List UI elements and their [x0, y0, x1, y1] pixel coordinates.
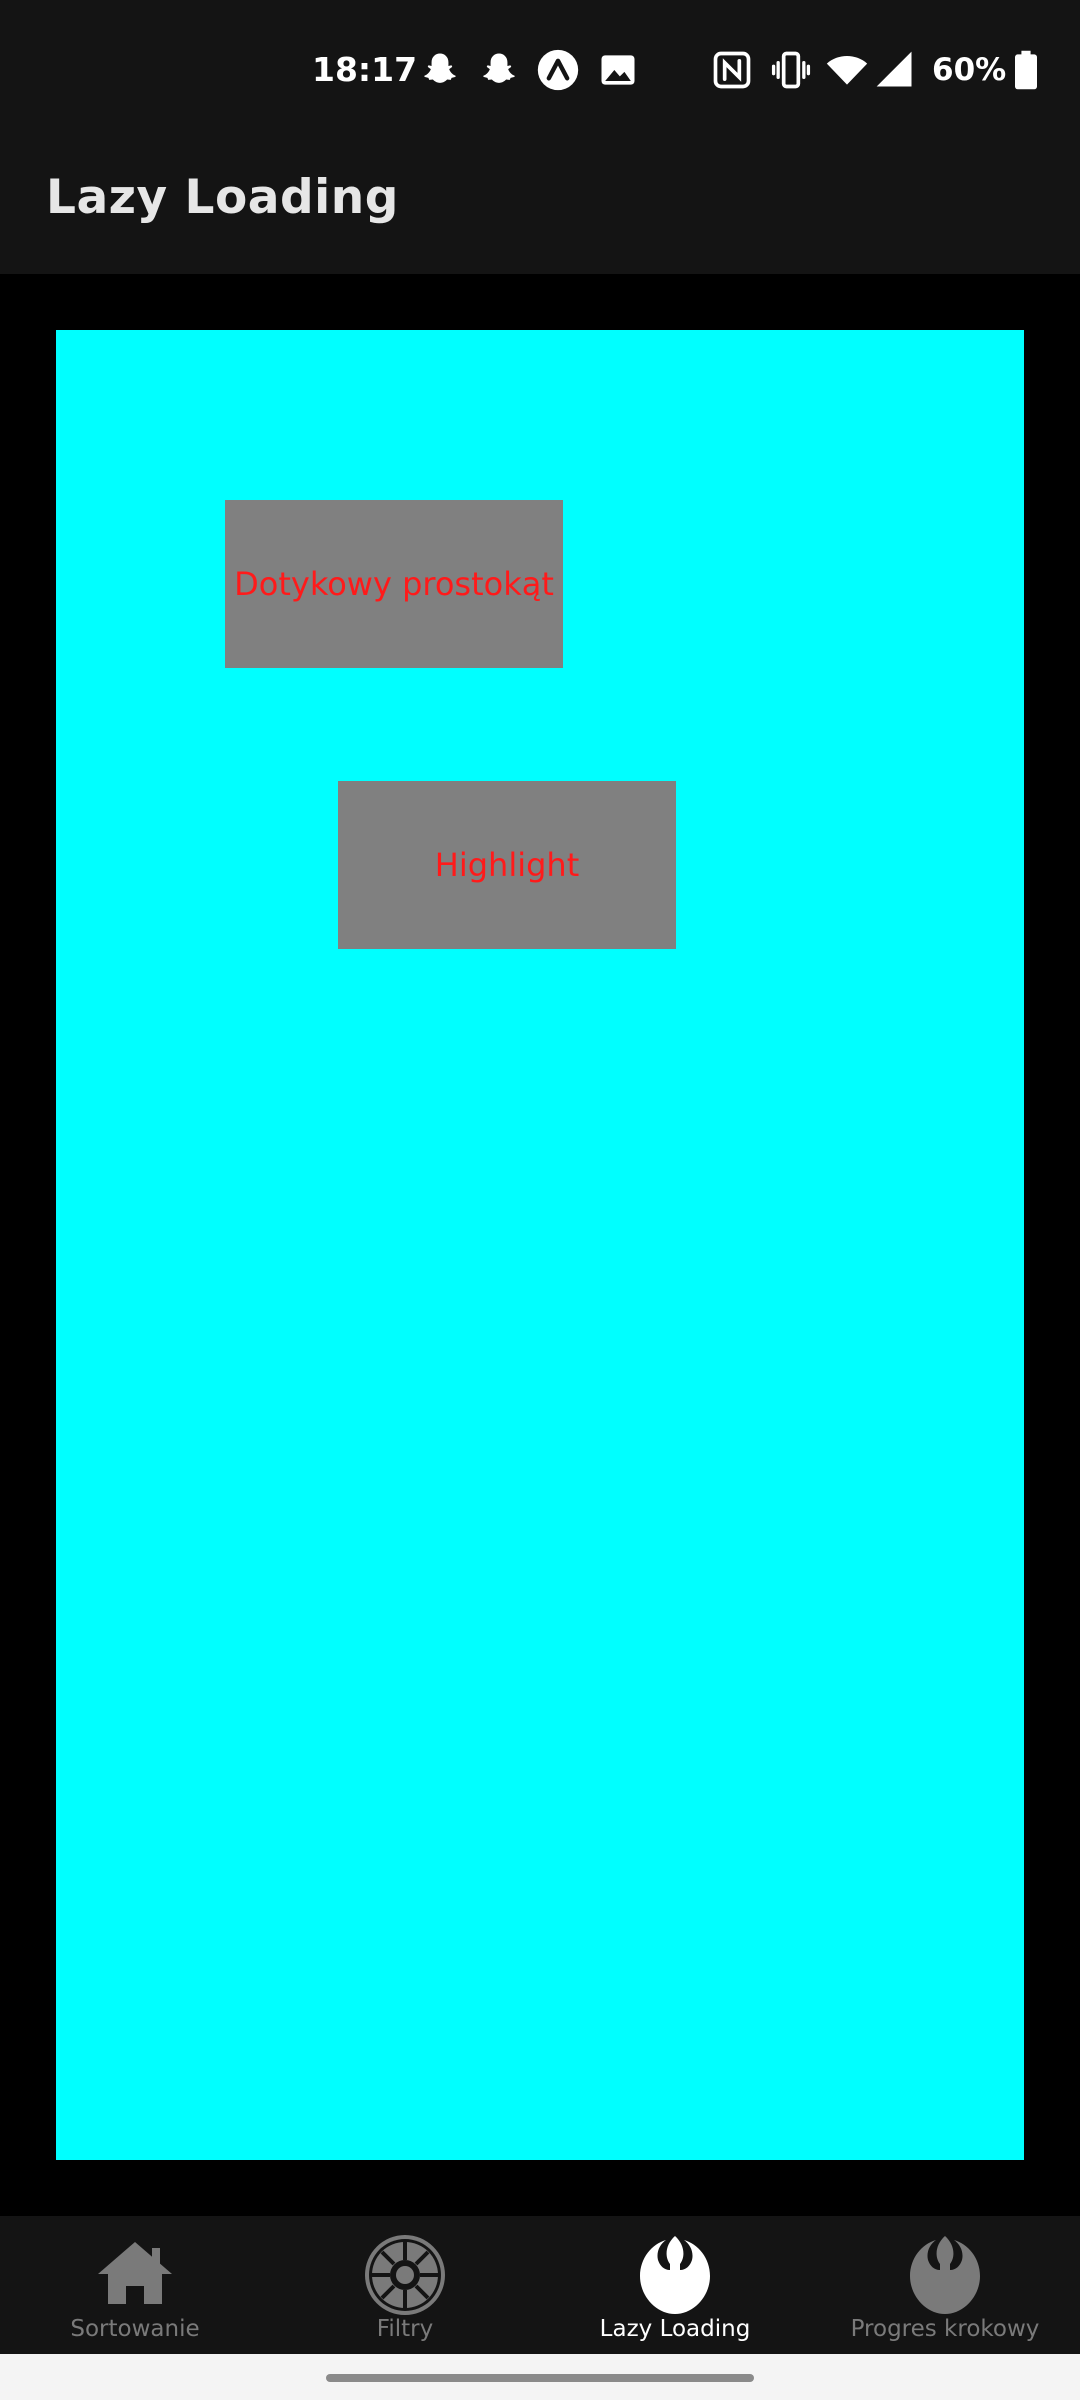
tab-sortowanie[interactable]: Sortowanie [0, 2216, 270, 2354]
highlight-rectangle[interactable]: Highlight [338, 781, 676, 949]
highlight-rectangle-label: Highlight [434, 846, 580, 884]
tab-lazy-loading-label: Lazy Loading [599, 2316, 751, 2342]
nfc-icon [713, 51, 751, 89]
touchable-rectangle[interactable]: Dotykowy prostokąt [225, 500, 563, 668]
battery-icon [1015, 50, 1037, 90]
tab-filtry-label: Filtry [376, 2316, 434, 2342]
status-time: 18:17 [312, 50, 418, 89]
tab-lazy-loading[interactable]: Lazy Loading [540, 2216, 810, 2354]
galactic-empire-icon [365, 2235, 445, 2315]
rebel-alliance-icon [640, 2236, 710, 2314]
status-bar: 18:17 60% [0, 0, 1080, 140]
signal-icon [876, 51, 912, 87]
tab-progres-krokowy-label: Progres krokowy [850, 2316, 1040, 2342]
touchable-rectangle-label: Dotykowy prostokąt [234, 565, 554, 603]
snapchat-icon [483, 53, 515, 83]
cyan-panel: Dotykowy prostokąt Highlight [56, 330, 1024, 2160]
page-title: Lazy Loading [46, 170, 399, 225]
expo-icon [537, 49, 579, 91]
battery-percentage: 60% [932, 52, 1007, 88]
home-icon [98, 2242, 172, 2304]
main-content: Dotykowy prostokąt Highlight [0, 274, 1080, 2216]
bottom-navigation: Sortowanie Filtry Lazy Loading Progres k… [0, 2216, 1080, 2354]
tab-sortowanie-label: Sortowanie [70, 2316, 200, 2342]
app-bar: Lazy Loading [0, 140, 1080, 274]
gesture-navigation-area [0, 2354, 1080, 2400]
image-icon [601, 55, 635, 85]
gesture-handle[interactable] [326, 2374, 754, 2382]
snapchat-icon [424, 53, 456, 83]
tab-filtry[interactable]: Filtry [270, 2216, 540, 2354]
vibrate-icon [771, 51, 811, 89]
rebel-alliance-icon [910, 2236, 980, 2314]
tab-progres-krokowy[interactable]: Progres krokowy [810, 2216, 1080, 2354]
wifi-icon [826, 56, 868, 85]
